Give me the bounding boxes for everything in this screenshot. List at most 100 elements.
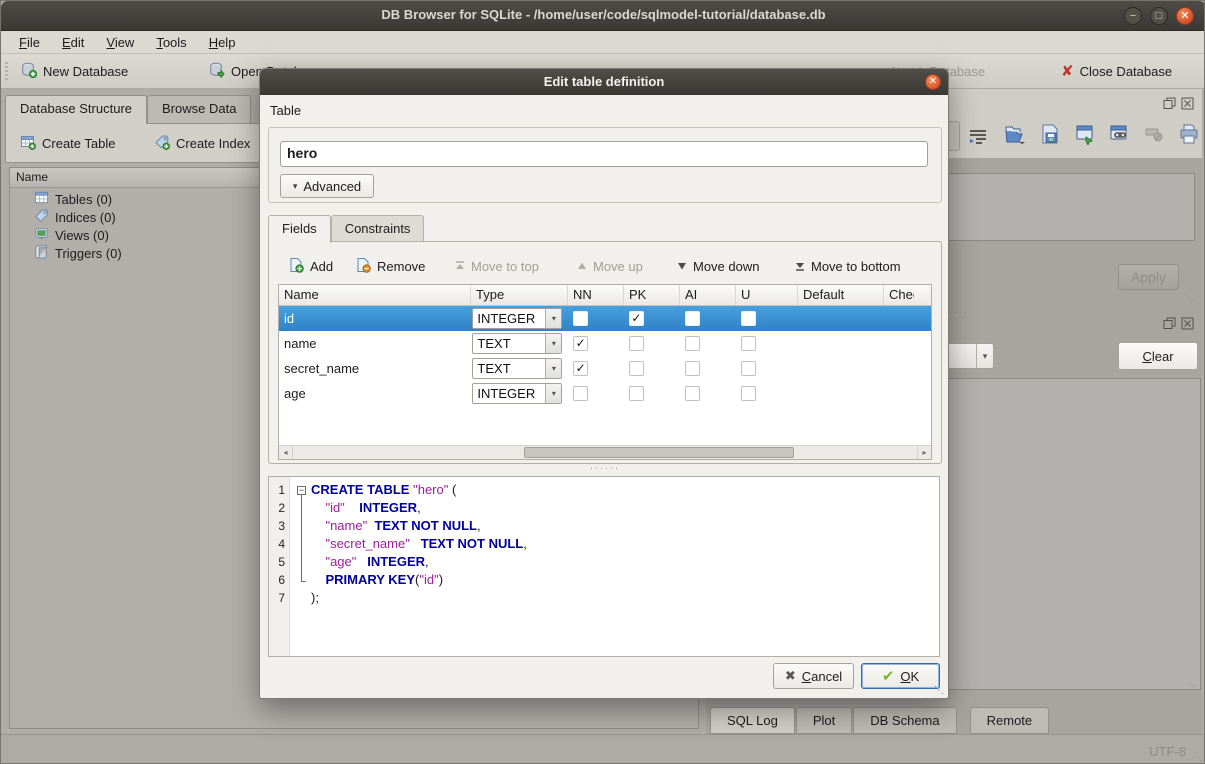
scroll-right-icon[interactable]: ▸ xyxy=(917,446,931,459)
clear-button[interactable]: Clear xyxy=(1118,342,1198,370)
checkbox-nn[interactable] xyxy=(573,311,588,326)
tab-fields[interactable]: Fields xyxy=(268,215,331,243)
close-icon[interactable]: ✕ xyxy=(1176,7,1194,25)
checkbox-pk[interactable] xyxy=(629,336,644,351)
menu-view[interactable]: View xyxy=(96,33,144,52)
field-type-combo[interactable]: TEXT▾ xyxy=(472,333,562,354)
field-row-name[interactable]: nameTEXT▾ ✓ xyxy=(279,331,931,356)
move-down-button[interactable]: Move down xyxy=(673,254,763,278)
sql-preview-editor[interactable]: 1234567 − CREATE TABLE "hero" ( "id" INT… xyxy=(268,476,940,657)
tab-database-structure[interactable]: Database Structure xyxy=(5,95,147,124)
print-icon[interactable] xyxy=(1178,123,1200,148)
menubar: File Edit View Tools Help xyxy=(1,31,1205,54)
horizontal-scrollbar[interactable]: ◂ ▸ xyxy=(279,445,931,459)
bottom-tab-remote[interactable]: Remote xyxy=(970,707,1050,734)
field-row-id[interactable]: idINTEGER▾ ✓ xyxy=(279,306,931,331)
field-name-cell[interactable]: secret_name xyxy=(279,361,470,376)
field-name-cell[interactable]: id xyxy=(279,311,470,326)
checkbox-nn[interactable]: ✓ xyxy=(573,361,588,376)
create-index-button[interactable]: Create Index xyxy=(148,130,256,156)
dialog-resize-grip[interactable]: ⋱ xyxy=(934,685,944,696)
field-row-age[interactable]: ageINTEGER▾ xyxy=(279,381,931,406)
dialog-close-icon[interactable]: ✕ xyxy=(925,74,941,90)
remove-field-button[interactable]: Remove xyxy=(351,254,429,278)
checkbox-pk[interactable]: ✓ xyxy=(629,311,644,326)
toolbar-grip[interactable] xyxy=(5,62,8,82)
move-up-button: Move up xyxy=(573,254,647,278)
bottom-tab-db-schema[interactable]: DB Schema xyxy=(853,707,956,734)
checkbox-nn[interactable]: ✓ xyxy=(573,336,588,351)
checkbox-nn[interactable] xyxy=(573,386,588,401)
ok-button[interactable]: ✔ OK xyxy=(861,663,940,689)
chevron-down-icon: ▾ xyxy=(545,309,561,328)
bottom-tab-plot[interactable]: Plot xyxy=(796,707,852,734)
col-header-check[interactable]: Check xyxy=(884,285,914,305)
dock-close-icon[interactable] xyxy=(1181,97,1194,110)
close-database-button[interactable]: ✘ Close Database xyxy=(1057,58,1176,84)
checkbox-ai[interactable] xyxy=(685,336,700,351)
move-to-bottom-icon xyxy=(795,259,805,274)
checkbox-u[interactable] xyxy=(741,336,756,351)
dock-resize-grip[interactable]: ⋱ xyxy=(1188,681,1198,692)
link-icon[interactable] xyxy=(1109,123,1131,148)
dock-float-icon[interactable] xyxy=(1163,97,1176,110)
menu-tools[interactable]: Tools xyxy=(146,33,196,52)
create-table-icon xyxy=(20,134,36,153)
dock-float-icon[interactable] xyxy=(1163,317,1176,330)
new-database-button[interactable]: New Database xyxy=(17,58,132,84)
app-window: DB Browser for SQLite - /home/user/code/… xyxy=(0,0,1205,764)
field-row-secret_name[interactable]: secret_nameTEXT▾ ✓ xyxy=(279,356,931,381)
word-wrap-icon[interactable] xyxy=(968,127,988,148)
col-header-ai[interactable]: AI xyxy=(680,285,736,305)
field-name-cell[interactable]: age xyxy=(279,386,470,401)
dock-close-icon[interactable] xyxy=(1181,317,1194,330)
dialog-splitter-handle[interactable]: ······ xyxy=(260,463,950,473)
window-resize-grip[interactable]: ⋱ xyxy=(1193,752,1203,763)
checkbox-ai[interactable] xyxy=(685,386,700,401)
checkbox-u[interactable] xyxy=(741,361,756,376)
tab-constraints[interactable]: Constraints xyxy=(331,215,425,242)
col-header-name[interactable]: Name xyxy=(279,285,471,305)
field-type-combo[interactable]: INTEGER▾ xyxy=(472,383,562,404)
sql-line: ); xyxy=(311,589,939,607)
window-titlebar[interactable]: DB Browser for SQLite - /home/user/code/… xyxy=(1,1,1205,31)
bottom-tab-sql-log[interactable]: SQL Log xyxy=(710,707,795,734)
advanced-button[interactable]: ▾ Advanced xyxy=(280,174,374,198)
import-icon[interactable] xyxy=(1003,123,1025,148)
col-header-nn[interactable]: NN xyxy=(568,285,624,305)
menu-edit[interactable]: Edit xyxy=(52,33,94,52)
dialog-titlebar[interactable]: Edit table definition ✕ xyxy=(260,69,948,95)
field-name-cell[interactable]: name xyxy=(279,336,470,351)
checkbox-u[interactable] xyxy=(741,311,756,326)
col-header-type[interactable]: Type xyxy=(471,285,568,305)
cancel-x-icon: ✖ xyxy=(785,668,796,684)
table-name-input[interactable]: hero xyxy=(280,141,928,167)
create-table-button[interactable]: Create Table xyxy=(14,130,121,156)
export-icon[interactable] xyxy=(1039,123,1061,148)
menu-file[interactable]: File xyxy=(9,33,50,52)
move-to-top-icon xyxy=(455,259,465,274)
checkbox-ai[interactable] xyxy=(685,311,700,326)
cancel-button[interactable]: ✖ Cancel xyxy=(773,663,854,689)
menu-help[interactable]: Help xyxy=(199,33,246,52)
tab-browse-data[interactable]: Browse Data xyxy=(147,95,251,123)
open-in-window-icon[interactable] xyxy=(1075,123,1097,148)
scroll-left-icon[interactable]: ◂ xyxy=(279,446,293,459)
checkbox-pk[interactable] xyxy=(629,361,644,376)
sql-line: "name" TEXT NOT NULL, xyxy=(311,517,939,535)
checkbox-u[interactable] xyxy=(741,386,756,401)
maximize-icon[interactable]: □ xyxy=(1150,7,1168,25)
field-type-combo[interactable]: INTEGER▾ xyxy=(472,308,562,329)
move-to-bottom-button[interactable]: Move to bottom xyxy=(791,254,905,278)
fold-collapse-icon[interactable]: − xyxy=(297,486,306,495)
field-type-combo[interactable]: TEXT▾ xyxy=(472,358,562,379)
add-field-button[interactable]: Add xyxy=(284,254,337,278)
col-header-default[interactable]: Default xyxy=(798,285,884,305)
minimize-icon[interactable]: − xyxy=(1124,7,1142,25)
checkbox-ai[interactable] xyxy=(685,361,700,376)
col-header-pk[interactable]: PK xyxy=(624,285,680,305)
scrollbar-thumb[interactable] xyxy=(524,447,794,458)
checkbox-pk[interactable] xyxy=(629,386,644,401)
dock-resize-grip[interactable]: ⋱ xyxy=(1184,293,1194,304)
col-header-u[interactable]: U xyxy=(736,285,798,305)
